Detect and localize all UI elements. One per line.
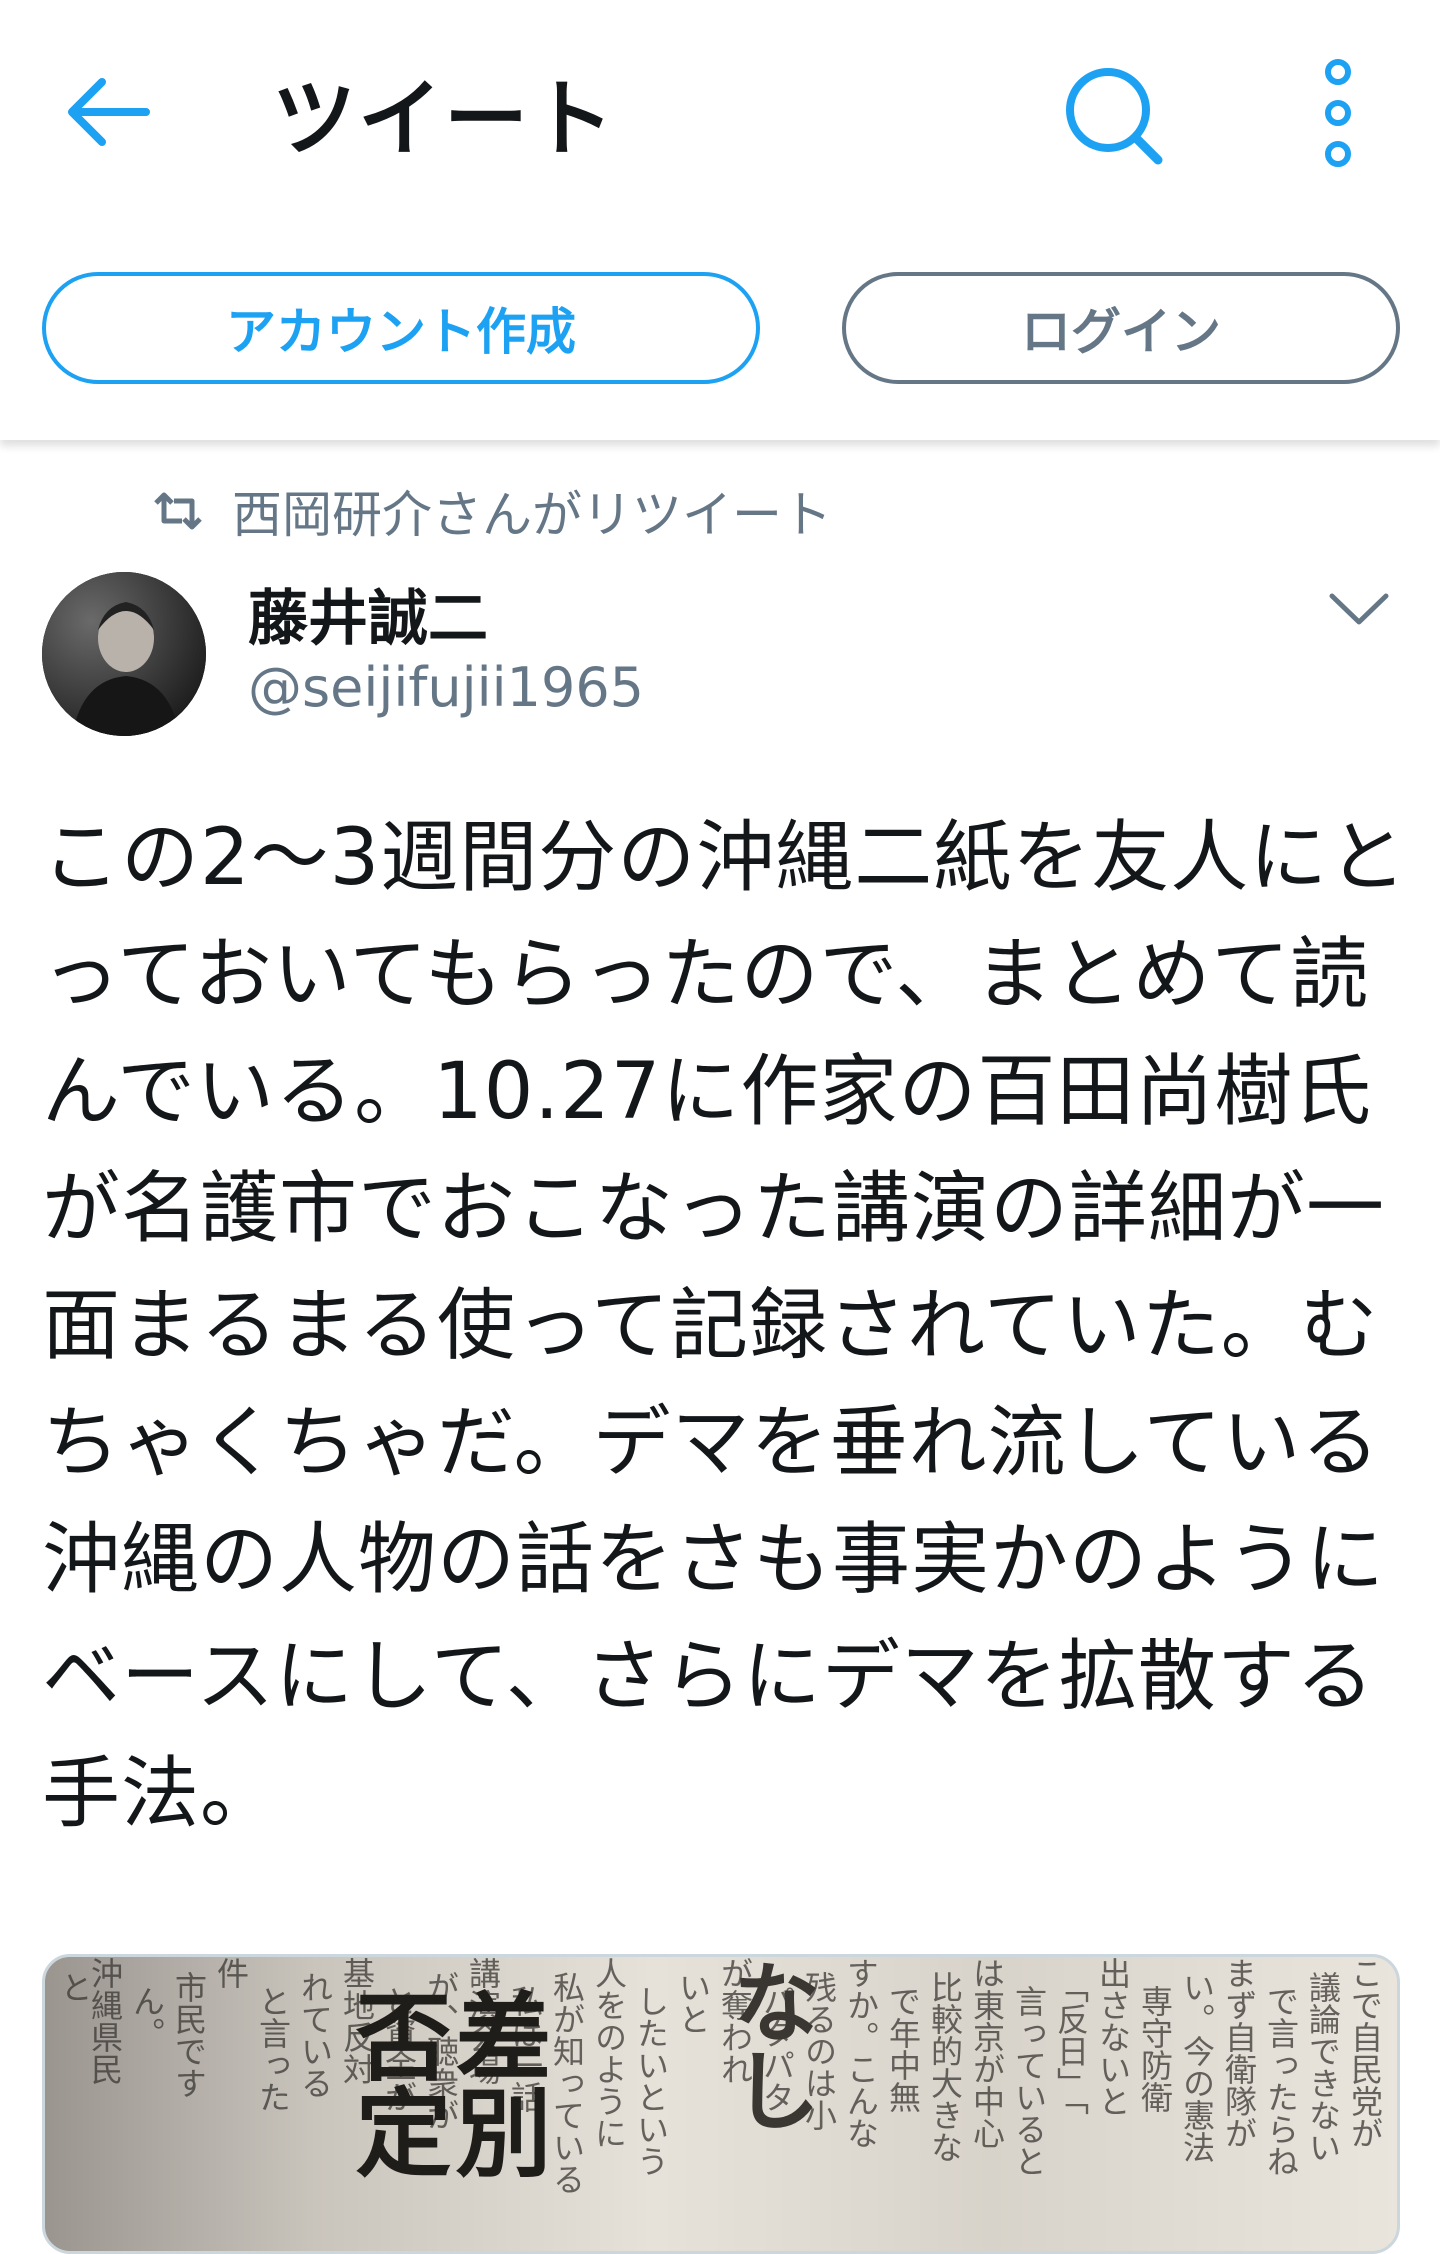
tweet-text-line: っておいてもらったので、まとめて読 [42, 930, 1370, 1020]
tweet-text-line: ベースにして、さらにデマを拡散する [42, 1632, 1375, 1722]
newspaper-column-text: まず自衛隊が [1220, 1957, 1258, 2149]
arrow-left-icon[interactable] [58, 62, 158, 162]
chevron-down-icon[interactable] [1324, 582, 1394, 632]
newspaper-column-text: は東京が中心 [968, 1957, 1006, 2149]
newspaper-column-text: 件 [212, 1957, 250, 1989]
retweet-icon [154, 492, 202, 530]
tweet-text: この2〜3週間分の沖縄二紙を友人にと っておいてもらったので、まとめて読 んでい… [42, 800, 1412, 1853]
newspaper-headline: 差別否定 [339, 1987, 552, 2179]
newspaper-column-text: 議論できない [1304, 1971, 1342, 2163]
newspaper-column-text: れている [296, 1971, 334, 2099]
tweet-text-line: 手法。 [42, 1749, 280, 1839]
newspaper-column-text: 人をのように [590, 1957, 628, 2149]
newspaper-column-text: 専守防衛 [1136, 1985, 1174, 2113]
newspaper-column-text: ん。 [128, 1985, 166, 2049]
newspaper-column-text: 出さないと [1094, 1957, 1132, 2117]
newspaper-column-text: 私が知っている [548, 1971, 586, 2195]
tweet-media-image[interactable]: と沖縄県民 ん。 市民です件と言った れている 基地反対 と資金が が、聴衆が 講演会場 私は一… [42, 1954, 1400, 2254]
tweet-text-line: ちゃくちゃだ。デマを垂れ流している [42, 1398, 1381, 1488]
newspaper-column-text: 沖縄県民 [86, 1957, 124, 2085]
author-handle[interactable]: @seijifujii1965 [248, 656, 644, 719]
author-name[interactable]: 藤井誠二 [248, 570, 488, 657]
avatar-photo [42, 572, 206, 736]
newspaper-headline: なし [718, 1957, 822, 2133]
tweet-text-line: 沖縄の人物の話をさも事実かのように [42, 1515, 1386, 1605]
newspaper-column-text: で年中無 [884, 1985, 922, 2113]
tweet-text-line: この2〜3週間分の沖縄二紙を友人にと [42, 813, 1408, 903]
newspaper-column-text: 「反日」「 [1052, 1971, 1090, 2115]
more-vertical-icon[interactable] [1310, 58, 1366, 168]
top-bar: ツイート アカウント作成 ログイン [0, 0, 1440, 440]
signup-button[interactable]: アカウント作成 [42, 272, 760, 384]
tweet-text-line: が名護市でおこなった講演の詳細が一 [42, 1164, 1386, 1254]
tweet-text-line: 面まるまる使って記録されていた。む [42, 1281, 1379, 1371]
newspaper-column-text: したいという [632, 1985, 670, 2177]
login-button[interactable]: ログイン [842, 272, 1400, 384]
newspaper-column-text: 市民です [170, 1971, 208, 2099]
retweet-context: 西岡研介さんがリツイート [150, 476, 832, 546]
page-title: ツイート [272, 70, 617, 168]
avatar[interactable] [42, 572, 206, 736]
tweet-text-line: んでいる。10.27に作家の百田尚樹氏 [42, 1047, 1373, 1137]
newspaper-column-text: いと [674, 1971, 712, 2035]
newspaper-column-text: い。今の憲法 [1178, 1971, 1216, 2163]
newspaper-column-text: こで自民党が [1346, 1957, 1384, 2149]
newspaper-column-text: で言ったらね [1262, 1985, 1300, 2177]
search-icon[interactable] [1058, 60, 1170, 172]
newspaper-column-text: すか。こんな [842, 1957, 880, 2149]
newspaper-column-text: と言った [254, 1985, 292, 2113]
retweet-label: 西岡研介さんがリツイート [232, 486, 832, 544]
newspaper-column-text: 比較的大きな [926, 1971, 964, 2163]
newspaper-column-text: 言っていると [1010, 1985, 1048, 2177]
